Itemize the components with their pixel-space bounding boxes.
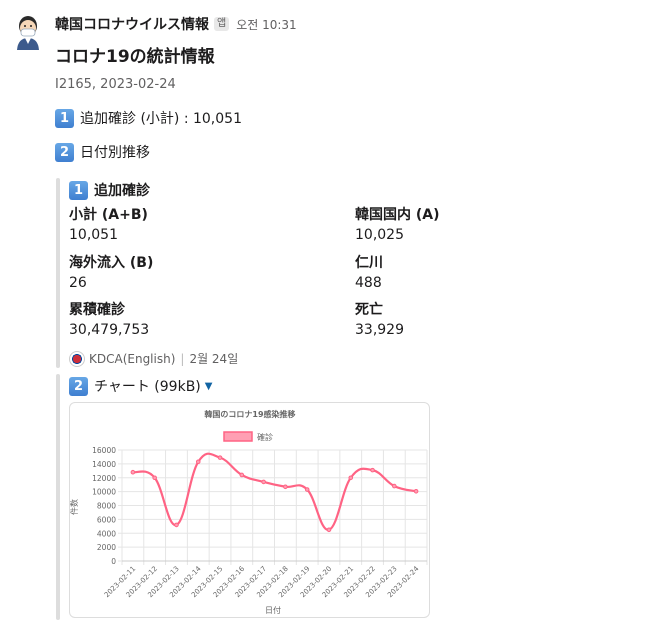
chart-title: 韓国のコロナ19感染推移 [204,409,295,419]
y-tick-label: 2000 [97,543,116,552]
field-label: 死亡 [355,302,383,318]
app-badge: 앱 [214,17,230,31]
summary-line-2: 2 日付別推移 [55,142,150,162]
chart-attachment-bar [56,374,60,620]
field-value: 26 [69,275,87,291]
data-point [261,479,266,485]
data-point [283,484,288,490]
y-tick-label: 8000 [97,502,116,511]
message-header: 韓国コロナウイルス情報 앱 오전 10:31 [55,15,297,33]
keycap-2-icon: 2 [55,142,74,162]
chevron-down-icon[interactable]: ▼ [205,381,213,392]
data-point [304,487,310,492]
data-point [195,459,201,465]
data-point [413,488,419,494]
y-tick-label: 0 [111,557,116,566]
data-point [130,469,136,475]
summary-line-1: 1 追加確診 (小計) : 10,051 [55,108,242,128]
doctor-avatar-icon [17,16,39,50]
data-point [370,467,375,473]
attachment-title: 1 追加確診 [69,180,150,200]
footer-date: 2월 24일 [189,352,239,366]
chart-image[interactable]: 韓国のコロナ19感染推移 確診 0 2000 4000 6000 8000 10000 12… [69,402,430,618]
data-point [174,522,179,528]
korea-flag-icon [69,350,85,367]
field-label: 仁川 [355,255,383,271]
legend-label: 確診 [257,432,273,442]
timestamp[interactable]: 오전 10:31 [236,16,296,33]
field-value: 488 [355,275,382,291]
y-tick-label: 6000 [97,515,116,524]
y-tick-label: 4000 [97,529,116,538]
field-value: 30,479,753 [69,322,150,338]
legend-swatch [223,431,253,442]
x-axis-label: 日付 [265,605,281,615]
field-value: 33,929 [355,322,404,338]
attachment-footer: KDCA(English) | 2월 24일 [69,350,238,367]
attachment-bar [56,178,60,368]
avatar[interactable] [12,14,44,50]
field-label: 累積確診 [69,302,125,318]
message-meta: I2165, 2023-02-24 [55,77,176,92]
chart-attachment-header[interactable]: 2 チャート (99kB) ▼ [69,376,212,396]
data-point [348,475,354,481]
data-point [326,527,332,533]
chart-file-title[interactable]: チャート (99kB) [94,376,201,396]
field-label: 小計 (A+B) [69,207,148,223]
field-value: 10,051 [69,227,118,243]
footer-separator: | [180,351,185,366]
y-axis-label: 件数 [70,499,79,515]
keycap-1-icon: 1 [55,108,74,128]
field-value: 10,025 [355,227,404,243]
data-point [152,475,157,481]
field-label: 韓国国内 (A) [355,207,440,223]
data-point [392,483,397,489]
summary-line-1-text: 追加確診 (小計) : 10,051 [80,111,242,127]
sender-name[interactable]: 韓国コロナウイルス情報 [55,14,209,34]
field-label: 海外流入 (B) [69,255,154,271]
line-chart: 韓国のコロナ19感染推移 確診 0 2000 4000 6000 8000 10000 12… [70,409,428,615]
footer-source-link[interactable]: KDCA(English) [89,352,175,366]
data-point [217,455,223,460]
summary-line-2-text: 日付別推移 [80,145,150,161]
y-tick-label: 10000 [92,488,116,497]
y-tick-label: 12000 [92,474,116,483]
keycap-1-icon: 1 [69,180,88,200]
y-tick-label: 16000 [92,446,116,455]
data-point [239,472,245,478]
message-title: コロナ19の統計情報 [55,47,215,67]
y-tick-label: 14000 [92,460,116,469]
attachment-title-text: 追加確診 [94,183,150,199]
keycap-2-icon: 2 [69,376,88,396]
